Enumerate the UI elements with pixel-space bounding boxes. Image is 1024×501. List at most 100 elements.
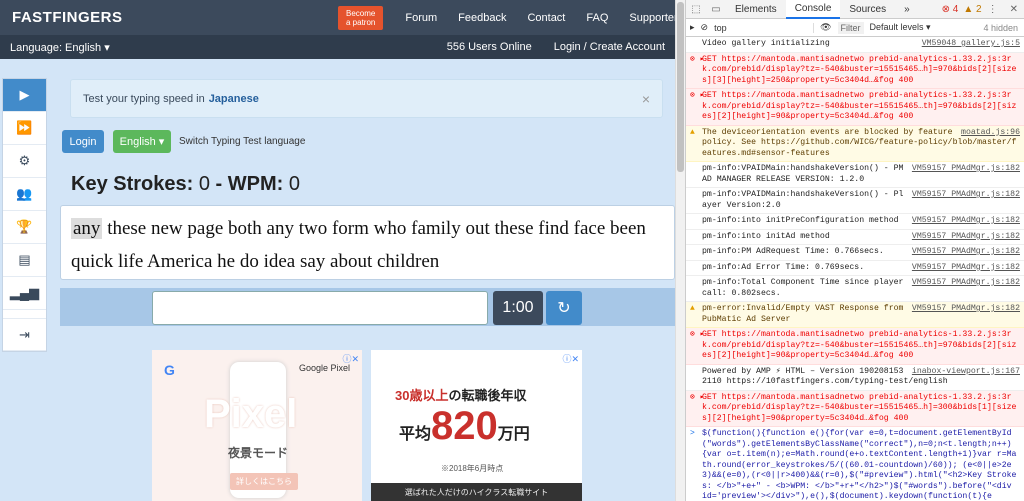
- source-link[interactable]: VM59048 gallery.js:5: [916, 39, 1020, 50]
- ad-headline-rest: の転職後年収: [448, 388, 527, 403]
- console-message: VM59157 PMAdMgr.js:182 pm-info:Ad Error T…: [686, 261, 1024, 276]
- restart-icon[interactable]: ↻: [546, 291, 582, 325]
- cogs-icon[interactable]: ⚙: [3, 145, 46, 178]
- source-link[interactable]: VM59157 PMAdMgr.js:182: [906, 278, 1020, 289]
- console-message: VM59048 gallery.js:5 Video gallery initia…: [686, 37, 1024, 53]
- brand-logo[interactable]: FASTFINGERS: [8, 7, 122, 29]
- page-scrollbar[interactable]: [675, 0, 685, 501]
- ad-footer: 選ばれた人だけのハイクラス転職サイト: [371, 483, 582, 501]
- remaining-words: these new page both any two form who fam…: [71, 218, 646, 272]
- sidebar: ▶ ⏩ ⚙ 👥 🏆 ▤ ▂▄▆ ⇥: [2, 78, 47, 352]
- become-patron-button[interactable]: Become a patron: [338, 5, 384, 30]
- wpm-label: - WPM:: [215, 173, 284, 195]
- ad-note: ※2018年6月時点: [441, 464, 504, 473]
- tab-sources[interactable]: Sources: [840, 0, 895, 19]
- error-count-badge[interactable]: ⊗ 4: [942, 4, 959, 15]
- ad-headline-highlight: 30歳以上: [395, 388, 449, 403]
- error-count: 4: [952, 3, 959, 15]
- console-message: VM59157 PMAdMgr.js:182 pm-info:VPAIDMain:…: [686, 188, 1024, 214]
- ad-cta-button[interactable]: 詳しくはこちら: [230, 473, 298, 490]
- job-site-ad[interactable]: ⓘ✕ 30歳以上の転職後年収 平均820万円 ※2018年6月時点 選ばれた人だ…: [371, 350, 582, 501]
- english-dropdown-button[interactable]: English ▾: [113, 130, 171, 153]
- console-toolbar: ▸ ⊘ top 👁 Filter Default levels ▾ 4 hidd…: [686, 19, 1024, 37]
- error-icon: ⊗ ▸: [690, 91, 705, 100]
- countdown-timer: 1:00: [493, 291, 543, 325]
- google-logo-icon: G: [164, 362, 175, 378]
- nav-contact[interactable]: Contact: [527, 12, 565, 24]
- source-link[interactable]: VM59157 PMAdMgr.js:182: [906, 216, 1020, 227]
- context-selector[interactable]: top: [714, 22, 815, 33]
- console-message: ⊗ ▸ GET https://mantoda.mantisadnetwo pre…: [686, 89, 1024, 126]
- sub-navbar: Language: English ▾ 556 Users Online Log…: [0, 35, 675, 59]
- source-link[interactable]: moatad.js:96: [955, 128, 1020, 139]
- source-link[interactable]: VM59157 PMAdMgr.js:182: [906, 190, 1020, 201]
- sign-in-icon[interactable]: ⇥: [3, 318, 46, 351]
- scrollbar-thumb[interactable]: [677, 2, 684, 172]
- typing-input[interactable]: [152, 291, 488, 325]
- message-text: pm-info:VPAIDMain:handshakeVersion() - P…: [702, 190, 904, 210]
- message-text: pm-info:PM AdRequest Time: 0.766secs.: [702, 247, 884, 256]
- current-word: any: [71, 218, 103, 239]
- console-message: ▲ VM59157 PMAdMgr.js:182 pm-error:Invalid/…: [686, 302, 1024, 328]
- source-link[interactable]: VM59157 PMAdMgr.js:182: [906, 164, 1020, 175]
- users-icon[interactable]: 👥: [3, 178, 46, 211]
- google-pixel-ad[interactable]: ⓘ✕ G Google Pixel Pixel 夜景モード 詳しくはこちら: [152, 350, 362, 501]
- message-text: pm-info:Total Component Time since playe…: [702, 278, 909, 298]
- source-link[interactable]: VM59157 PMAdMgr.js:182: [906, 304, 1020, 315]
- error-icon: ⊗ ▸: [690, 54, 705, 64]
- message-text: GET https://mantoda.mantisadnetwo prebid…: [702, 392, 1017, 423]
- sidebar-toggle-icon[interactable]: ▸: [690, 22, 695, 33]
- ad-sub-text: 夜景モード: [228, 446, 289, 460]
- login-button[interactable]: Login: [62, 130, 104, 153]
- console-message: VM59157 PMAdMgr.js:182 pm-info:into initA…: [686, 230, 1024, 245]
- kebab-menu-icon[interactable]: ⋮: [988, 4, 998, 15]
- tab-elements[interactable]: Elements: [726, 0, 786, 19]
- nav-supporter[interactable]: Supporter: [629, 12, 675, 24]
- ad-salary-prefix: 平均: [399, 426, 432, 443]
- clear-console-icon[interactable]: ⊘: [701, 22, 709, 33]
- warning-count-badge[interactable]: ▲ 2: [963, 4, 981, 15]
- nav-faq[interactable]: FAQ: [586, 12, 608, 24]
- tab-console[interactable]: Console: [785, 0, 841, 19]
- ad-product-name: Google Pixel: [299, 363, 351, 373]
- keystrokes-value: 0: [198, 173, 210, 195]
- close-icon[interactable]: ×: [642, 91, 650, 107]
- play-icon[interactable]: ▶: [3, 79, 46, 112]
- forward-icon[interactable]: ⏩: [3, 112, 46, 145]
- nav-feedback[interactable]: Feedback: [458, 12, 506, 24]
- more-tabs-button[interactable]: »: [895, 0, 919, 19]
- inspect-icon[interactable]: ⬚: [686, 4, 706, 15]
- main-nav: Forum Feedback Contact FAQ Supporter: [405, 12, 675, 24]
- close-icon[interactable]: ✕: [1010, 4, 1018, 15]
- language-selector[interactable]: Language: English ▾: [10, 41, 110, 54]
- source-link[interactable]: VM59157 PMAdMgr.js:182: [906, 232, 1020, 243]
- console-message: VM59157 PMAdMgr.js:182 pm-info:into initP…: [686, 214, 1024, 230]
- wpm-value: 0: [288, 173, 300, 195]
- console-message: VM59157 PMAdMgr.js:182 pm-info:VPAIDMain:…: [686, 162, 1024, 188]
- ad-choices-icon[interactable]: ⓘ✕: [562, 352, 579, 365]
- eye-icon[interactable]: 👁: [820, 22, 831, 33]
- ad-big-text: Pixel: [204, 392, 298, 436]
- input-row: 1:00 ↻: [60, 288, 675, 326]
- source-link[interactable]: inabox-viewport.js:167: [906, 367, 1020, 378]
- typing-test-page: FASTFINGERS Become a patron Forum Feedba…: [0, 0, 675, 501]
- login-create-link[interactable]: Login / Create Account: [554, 41, 665, 53]
- filter-input[interactable]: Filter: [837, 21, 864, 34]
- alert-text: Test your typing speed in: [83, 92, 205, 105]
- message-text: GET https://mantoda.mantisadnetwo prebid…: [702, 54, 1017, 85]
- stats-heading: Key Strokes: 0 - WPM: 0: [71, 173, 300, 196]
- alert-language-link[interactable]: Japanese: [209, 93, 259, 105]
- console-message: ⊗ ▸ GET https://mantoda.mantisadnetwo pre…: [686, 390, 1024, 427]
- log-levels-dropdown[interactable]: Default levels ▾: [870, 22, 931, 33]
- console-message: ⊗ ▸ GET https://mantoda.mantisadnetwo pre…: [686, 328, 1024, 365]
- error-icon: ⊗ ▸: [690, 392, 705, 402]
- hidden-count: 4 hidden: [983, 22, 1018, 33]
- source-link[interactable]: VM59157 PMAdMgr.js:182: [906, 263, 1020, 274]
- prompt-icon: >: [690, 429, 695, 438]
- nav-forum[interactable]: Forum: [405, 12, 437, 24]
- signal-icon[interactable]: ▂▄▆: [3, 277, 46, 310]
- trophy-icon[interactable]: 🏆: [3, 211, 46, 244]
- source-link[interactable]: VM59157 PMAdMgr.js:182: [906, 247, 1020, 258]
- device-toggle-icon[interactable]: ▭: [706, 4, 726, 15]
- document-icon[interactable]: ▤: [3, 244, 46, 277]
